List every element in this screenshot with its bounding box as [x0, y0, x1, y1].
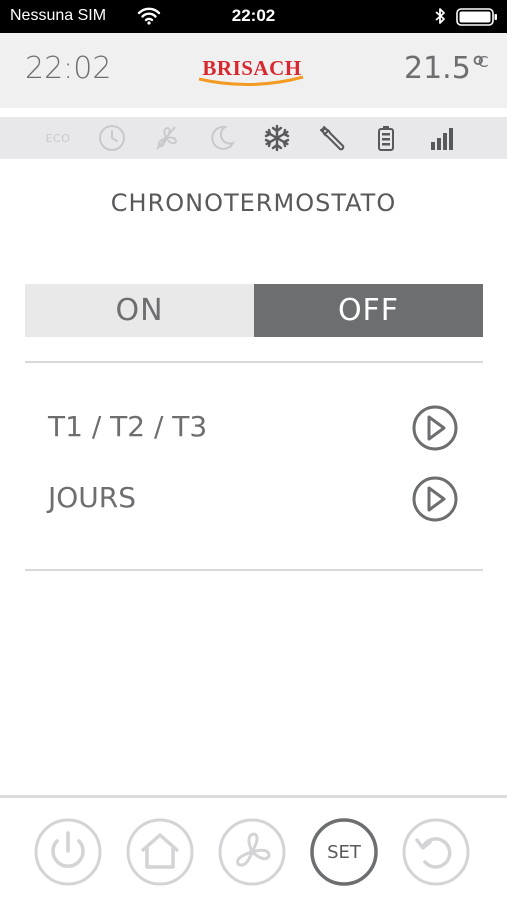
app-screen: Nessuna SIM 22:02 22:02 BRISACH 21.5° C …	[0, 0, 507, 900]
page-title: CHRONOTERMOSTATO	[110, 189, 397, 217]
wrench-icon	[316, 117, 348, 159]
app-header: 22:02 BRISACH 21.5° C	[0, 33, 507, 108]
set-label: SET	[327, 841, 361, 863]
divider-top	[25, 361, 483, 363]
temperature-unit: C	[478, 53, 489, 71]
play-circle-icon[interactable]	[411, 475, 459, 523]
status-time: 22:02	[231, 6, 276, 25]
divider-bottom	[25, 569, 483, 571]
battery-level-icon	[370, 117, 402, 159]
moon-icon	[206, 117, 238, 159]
brisach-logo: BRISACH	[197, 55, 307, 93]
toggle-on-button[interactable]: ON	[25, 284, 254, 337]
header-temperature: 21.5°	[404, 51, 486, 86]
battery-icon	[456, 8, 498, 30]
set-icon[interactable]: SET	[309, 817, 379, 887]
fan-off-icon	[150, 117, 182, 159]
header-clock: 22:02	[25, 51, 112, 86]
fan-icon[interactable]	[217, 817, 287, 887]
undo-icon[interactable]	[401, 817, 471, 887]
eco-indicator: ECO	[45, 131, 71, 145]
svg-text:BRISACH: BRISACH	[202, 56, 301, 80]
clock-icon	[96, 117, 128, 159]
signal-bars-icon	[426, 117, 458, 159]
ios-status-bar: Nessuna SIM 22:02	[0, 0, 507, 33]
status-icon-row: ECO	[0, 117, 507, 159]
power-icon[interactable]	[33, 817, 103, 887]
home-icon[interactable]	[125, 817, 195, 887]
menu-item-t1-t2-t3-label[interactable]: T1 / T2 / T3	[48, 410, 207, 443]
toggle-off-button[interactable]: OFF	[254, 284, 483, 337]
menu-item-jours-label[interactable]: JOURS	[48, 481, 136, 514]
bluetooth-icon	[434, 7, 446, 29]
play-circle-icon[interactable]	[411, 404, 459, 452]
snowflake-icon	[261, 117, 293, 159]
